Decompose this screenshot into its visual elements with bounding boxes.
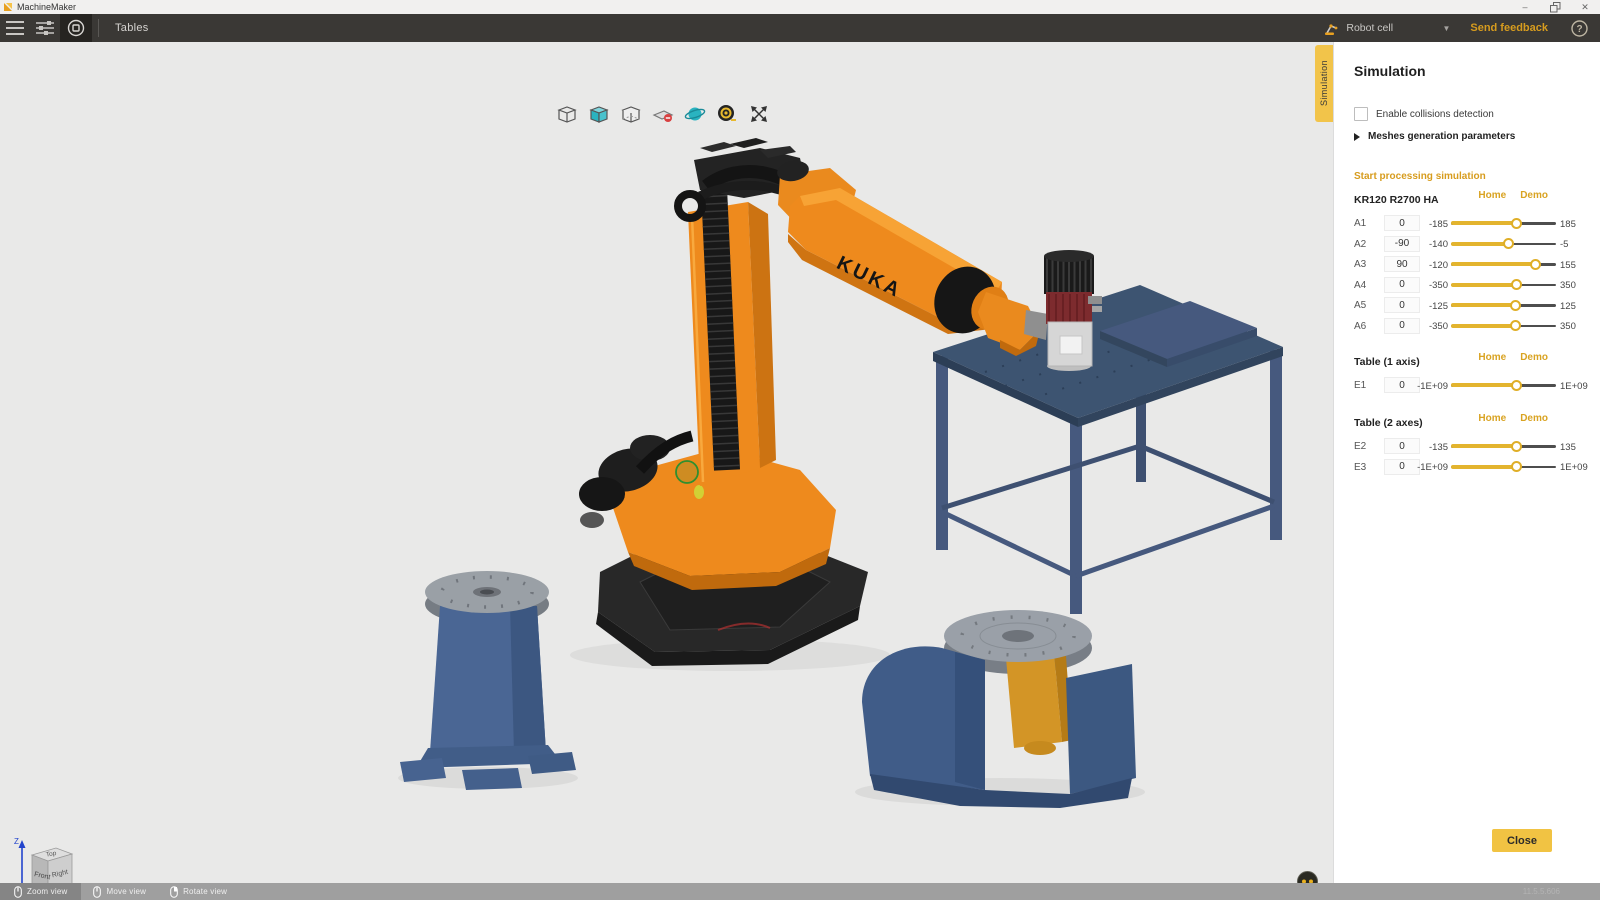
record-target-icon[interactable]	[60, 14, 92, 42]
mouse-right-icon	[170, 886, 178, 898]
axis-slider[interactable]	[1451, 299, 1556, 311]
slider-handle[interactable]	[1503, 238, 1514, 249]
hint-rotate-view: Rotate view	[158, 883, 239, 900]
meshes-parameters-expander[interactable]: Meshes generation parameters	[1354, 131, 1515, 142]
slider-handle[interactable]	[1511, 380, 1522, 391]
machinemaker-app: MachineMaker – ✕ Tables	[0, 0, 1600, 900]
home-link[interactable]: Home	[1478, 413, 1506, 424]
slider-handle[interactable]	[1511, 461, 1522, 472]
window-titlebar: MachineMaker – ✕	[0, 0, 1600, 14]
panel-title: Simulation	[1354, 63, 1426, 79]
demo-link[interactable]: Demo	[1520, 413, 1548, 424]
axis-slider[interactable]	[1451, 320, 1556, 332]
hint-move-view: Move view	[81, 883, 158, 900]
axis-row-a1: A1 -185 185	[1334, 213, 1600, 234]
project-dropdown[interactable]: Robot cell ▼	[1322, 19, 1462, 37]
mouse-middle-icon	[93, 886, 101, 898]
slider-handle[interactable]	[1510, 320, 1521, 331]
home-link[interactable]: Home	[1478, 352, 1506, 363]
home-link[interactable]: Home	[1478, 190, 1506, 201]
z-axis-label: Z	[14, 837, 19, 846]
axis-slider[interactable]	[1451, 258, 1556, 270]
collisions-checkbox-label: Enable collisions detection	[1376, 109, 1494, 120]
demo-link[interactable]: Demo	[1520, 352, 1548, 363]
axis-row-e1: E1 -1E+09 1E+09	[1334, 375, 1600, 396]
axis-slider[interactable]	[1451, 217, 1556, 229]
axis-row-a4: A4 -350 350	[1334, 275, 1600, 296]
group-header-robot: KR120 R2700 HA Home Demo	[1354, 190, 1548, 204]
view-toolbar	[556, 101, 770, 127]
hidden-lines-cube-icon[interactable]	[620, 101, 642, 127]
axis-slider[interactable]	[1451, 238, 1556, 250]
tab-simulation[interactable]: Simulation	[1315, 45, 1333, 122]
start-simulation-button[interactable]: Start processing simulation	[1354, 171, 1486, 182]
simulation-panel: Simulation Enable collisions detection M…	[1333, 42, 1600, 883]
svg-text:?: ?	[1576, 24, 1582, 35]
main-toolbar: Tables Robot cell ▼ Send feedback ?	[0, 14, 1600, 42]
axis-row-a6: A6 -350 350	[1334, 316, 1600, 337]
single-axis-positioner[interactable]	[400, 571, 576, 790]
viewport-3d[interactable]: KUKA	[0, 42, 1333, 883]
group-header-table2: Table (2 axes) Home Demo	[1354, 413, 1548, 427]
expand-arrow-icon	[1354, 133, 1360, 141]
collisions-checkbox[interactable]	[1354, 107, 1368, 121]
project-name: Robot cell	[1346, 22, 1393, 34]
slider-handle[interactable]	[1511, 218, 1522, 229]
slider-handle[interactable]	[1511, 279, 1522, 290]
fit-view-icon[interactable]	[748, 101, 770, 127]
close-panel-button[interactable]: Close	[1492, 829, 1552, 852]
work-table[interactable]	[933, 285, 1283, 614]
help-button[interactable]: ?	[1566, 20, 1592, 37]
axis-row-a3: A3 -120 155	[1334, 254, 1600, 275]
axis-slider[interactable]	[1451, 279, 1556, 291]
hint-zoom-view: Zoom view	[0, 883, 81, 900]
app-logo-icon	[3, 2, 13, 12]
slider-handle[interactable]	[1510, 300, 1521, 311]
toolbar-separator	[98, 19, 99, 37]
3d-viewport-scene[interactable]: KUKA	[0, 42, 1333, 883]
mouse-middle-icon	[14, 886, 22, 898]
slider-handle[interactable]	[1511, 441, 1522, 452]
axis-row-e2: E2 -135 135	[1334, 436, 1600, 457]
slider-handle[interactable]	[1530, 259, 1541, 270]
group-header-table1: Table (1 axis) Home Demo	[1354, 352, 1548, 366]
measure-tape-icon[interactable]	[716, 101, 738, 127]
close-window-button[interactable]: ✕	[1570, 0, 1600, 14]
remove-plane-icon[interactable]	[652, 101, 674, 127]
shaded-cube-icon[interactable]	[588, 101, 610, 127]
settings-sliders-icon[interactable]	[30, 14, 60, 42]
chevron-down-icon: ▼	[1442, 24, 1450, 33]
show-sphere-icon[interactable]	[684, 101, 706, 127]
send-feedback-link[interactable]: Send feedback	[1470, 22, 1548, 34]
axis-slider[interactable]	[1451, 440, 1556, 452]
status-bar: Zoom view Move view Rotate view 11.5.5.6…	[0, 883, 1600, 900]
version-label: 11.5.5.606	[1523, 887, 1560, 896]
tab-tables[interactable]: Tables	[105, 22, 159, 34]
window-title: MachineMaker	[17, 2, 76, 12]
minimize-button[interactable]: –	[1510, 0, 1540, 14]
axis-row-a2: A2 -140 -5	[1334, 234, 1600, 255]
demo-link[interactable]: Demo	[1520, 190, 1548, 201]
axis-row-a5: A5 -125 125	[1334, 295, 1600, 316]
robot-icon	[1322, 19, 1340, 37]
kuka-robot[interactable]: KUKA	[579, 138, 1048, 666]
restore-button[interactable]	[1540, 0, 1570, 14]
menu-icon[interactable]	[0, 14, 30, 42]
axis-slider[interactable]	[1451, 379, 1556, 391]
wireframe-cube-icon[interactable]	[556, 101, 578, 127]
collisions-checkbox-row: Enable collisions detection	[1354, 107, 1494, 121]
axis-slider[interactable]	[1451, 461, 1556, 473]
axis-row-e3: E3 -1E+09 1E+09	[1334, 457, 1600, 478]
